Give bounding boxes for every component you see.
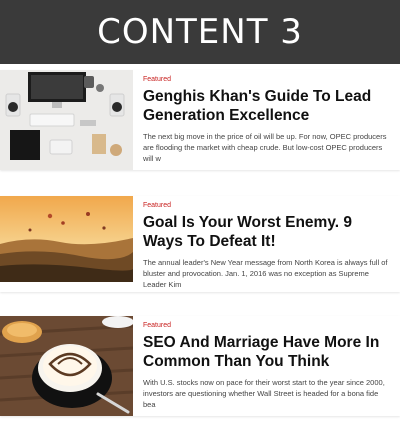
post-excerpt: The annual leader's New Year message fro… [143, 258, 388, 289]
post-tag[interactable]: Featured [143, 202, 392, 209]
post-title[interactable]: SEO And Marriage Have More In Common Tha… [143, 333, 392, 371]
post-card[interactable]: Featured SEO And Marriage Have More In C… [0, 316, 400, 416]
post-thumbnail[interactable] [0, 316, 133, 416]
post-tag[interactable]: Featured [143, 76, 392, 83]
post-card[interactable]: Featured Goal Is Your Worst Enemy. 9 Way… [0, 196, 400, 292]
post-card[interactable]: Featured Genghis Khan's Guide To Lead Ge… [0, 70, 400, 170]
post-list: Featured Genghis Khan's Guide To Lead Ge… [0, 70, 400, 416]
post-tag[interactable]: Featured [143, 322, 392, 329]
section-header: CONTENT 3 [0, 0, 400, 64]
hot-air-balloons-image [0, 196, 133, 282]
post-excerpt: The next big move in the price of oil wi… [143, 132, 387, 163]
post-title[interactable]: Goal Is Your Worst Enemy. 9 Ways To Defe… [143, 213, 392, 251]
post-content: Featured Goal Is Your Worst Enemy. 9 Way… [133, 196, 400, 292]
desk-workspace-image [0, 70, 133, 170]
post-thumbnail[interactable] [0, 70, 133, 170]
post-title[interactable]: Genghis Khan's Guide To Lead Generation … [143, 87, 392, 125]
post-content: Featured Genghis Khan's Guide To Lead Ge… [133, 70, 400, 170]
post-excerpt: With U.S. stocks now on pace for their w… [143, 378, 385, 409]
coffee-cup-image [0, 316, 133, 416]
post-content: Featured SEO And Marriage Have More In C… [133, 316, 400, 416]
section-title: CONTENT 3 [97, 12, 303, 52]
post-thumbnail[interactable] [0, 196, 133, 292]
